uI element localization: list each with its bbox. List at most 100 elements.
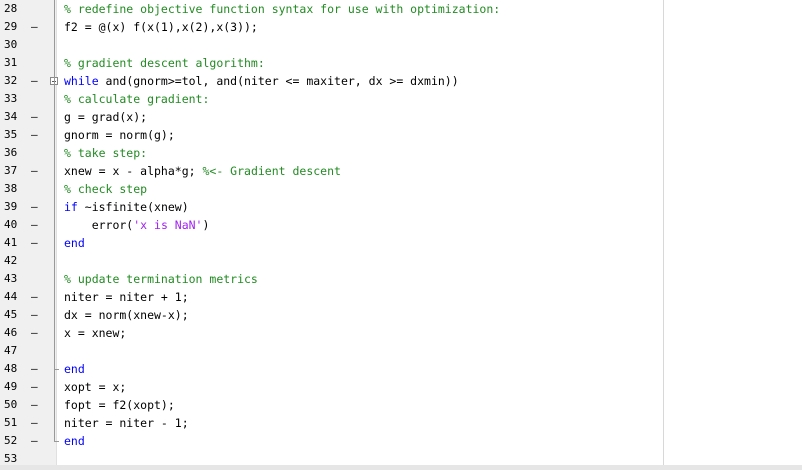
line-number[interactable]: 45 xyxy=(4,308,26,322)
code-line[interactable]: 31 % gradient descent algorithm: xyxy=(0,54,802,72)
code-line[interactable]: 52– end xyxy=(0,432,802,450)
line-number[interactable]: 32 xyxy=(4,74,26,88)
line-number[interactable]: 43 xyxy=(4,272,26,286)
line-number[interactable]: 38 xyxy=(4,182,26,196)
breakpoint-marker[interactable]: – xyxy=(31,128,41,142)
line-number[interactable]: 50 xyxy=(4,398,26,412)
breakpoint-marker[interactable]: – xyxy=(31,20,41,34)
breakpoint-marker[interactable]: – xyxy=(31,74,41,88)
line-number[interactable]: 41 xyxy=(4,236,26,250)
code-text: % check step xyxy=(64,181,147,197)
code-text: xopt = x; xyxy=(64,379,126,395)
line-number[interactable]: 34 xyxy=(4,110,26,124)
line-number[interactable]: 28 xyxy=(4,2,26,16)
code-token-plain: ) xyxy=(202,218,210,232)
code-text: % calculate gradient: xyxy=(64,91,209,107)
line-number[interactable]: 51 xyxy=(4,416,26,430)
code-token-comment: % gradient descent algorithm: xyxy=(64,56,265,70)
code-editor[interactable]: 28 % redefine objective function syntax f… xyxy=(0,0,802,470)
breakpoint-marker[interactable] xyxy=(31,92,41,106)
line-number[interactable]: 33 xyxy=(4,92,26,106)
function-fold-end-marker xyxy=(54,441,59,442)
line-number[interactable]: 31 xyxy=(4,56,26,70)
code-line[interactable]: 49– xopt = x; xyxy=(0,378,802,396)
breakpoint-marker[interactable] xyxy=(31,2,41,16)
horizontal-scrollbar[interactable] xyxy=(0,465,802,470)
line-number[interactable]: 44 xyxy=(4,290,26,304)
line-number[interactable]: 46 xyxy=(4,326,26,340)
code-line[interactable]: 34– g = grad(x); xyxy=(0,108,802,126)
code-token-keyword: end xyxy=(64,236,85,250)
code-line[interactable]: 30 xyxy=(0,36,802,54)
breakpoint-marker[interactable]: – xyxy=(31,398,41,412)
breakpoint-marker[interactable] xyxy=(31,38,41,52)
code-token-plain: gnorm = norm(g); xyxy=(64,128,175,142)
breakpoint-marker[interactable]: – xyxy=(31,218,41,232)
line-number[interactable]: 42 xyxy=(4,254,26,268)
breakpoint-marker[interactable] xyxy=(31,344,41,358)
breakpoint-marker[interactable] xyxy=(31,182,41,196)
code-line[interactable]: 48– end xyxy=(0,360,802,378)
breakpoint-marker[interactable]: – xyxy=(31,236,41,250)
line-number[interactable]: 53 xyxy=(4,452,26,466)
code-line[interactable]: 42 xyxy=(0,252,802,270)
breakpoint-marker[interactable] xyxy=(31,452,41,466)
breakpoint-marker[interactable]: – xyxy=(31,200,41,214)
line-number[interactable]: 29 xyxy=(4,20,26,34)
code-text: while and(gnorm>=tol, and(niter <= maxit… xyxy=(64,73,459,89)
code-token-comment: % check step xyxy=(64,182,148,196)
code-line[interactable]: 43 % update termination metrics xyxy=(0,270,802,288)
code-token-comment: % update termination metrics xyxy=(64,272,258,286)
line-number[interactable]: 36 xyxy=(4,146,26,160)
breakpoint-marker[interactable]: – xyxy=(31,326,41,340)
code-token-keyword: while xyxy=(64,74,99,88)
breakpoint-marker[interactable]: – xyxy=(31,290,41,304)
code-token-plain: error( xyxy=(64,218,134,232)
code-line[interactable]: 32– while and(gnorm>=tol, and(niter <= ma… xyxy=(0,72,802,90)
code-token-plain: xopt = x; xyxy=(64,380,127,394)
code-text: error('x is NaN') xyxy=(64,217,210,233)
line-number[interactable]: 30 xyxy=(4,38,26,52)
code-line[interactable]: 28 % redefine objective function syntax f… xyxy=(0,0,802,18)
code-line[interactable]: 38 % check step xyxy=(0,180,802,198)
code-line[interactable]: 36 % take step: xyxy=(0,144,802,162)
code-line[interactable]: 50– fopt = f2(xopt); xyxy=(0,396,802,414)
breakpoint-marker[interactable]: – xyxy=(31,110,41,124)
code-line[interactable]: 41– end xyxy=(0,234,802,252)
code-text: niter = niter - 1; xyxy=(64,415,189,431)
line-number[interactable]: 49 xyxy=(4,380,26,394)
code-line[interactable]: 35– gnorm = norm(g); xyxy=(0,126,802,144)
breakpoint-marker[interactable]: – xyxy=(31,380,41,394)
line-number[interactable]: 48 xyxy=(4,362,26,376)
line-number[interactable]: 35 xyxy=(4,128,26,142)
code-line[interactable]: 51– niter = niter - 1; xyxy=(0,414,802,432)
breakpoint-marker[interactable]: – xyxy=(31,164,41,178)
breakpoint-marker[interactable] xyxy=(31,56,41,70)
code-token-plain: f2 = @(x) f(x(1),x(2),x(3)); xyxy=(64,20,258,34)
code-line[interactable]: 33 % calculate gradient: xyxy=(0,90,802,108)
code-line[interactable]: 39– if ~isfinite(xnew) xyxy=(0,198,802,216)
breakpoint-marker[interactable]: – xyxy=(31,416,41,430)
line-number[interactable]: 37 xyxy=(4,164,26,178)
breakpoint-marker[interactable] xyxy=(31,272,41,286)
code-line[interactable]: 44– niter = niter + 1; xyxy=(0,288,802,306)
code-text: if ~isfinite(xnew) xyxy=(64,199,189,215)
line-number[interactable]: 52 xyxy=(4,434,26,448)
code-line[interactable]: 46– x = xnew; xyxy=(0,324,802,342)
breakpoint-marker[interactable]: – xyxy=(31,434,41,448)
code-line[interactable]: 40– error('x is NaN') xyxy=(0,216,802,234)
line-number[interactable]: 47 xyxy=(4,344,26,358)
line-number[interactable]: 39 xyxy=(4,200,26,214)
breakpoint-marker[interactable] xyxy=(31,254,41,268)
code-line[interactable]: 47 xyxy=(0,342,802,360)
code-token-comment: % take step: xyxy=(64,146,148,160)
code-line[interactable]: 29– f2 = @(x) f(x(1),x(2),x(3)); xyxy=(0,18,802,36)
function-fold-guide-line xyxy=(54,0,55,441)
code-line[interactable]: 45– dx = norm(xnew-x); xyxy=(0,306,802,324)
breakpoint-marker[interactable] xyxy=(31,146,41,160)
breakpoint-marker[interactable]: – xyxy=(31,308,41,322)
code-text: x = xnew; xyxy=(64,325,126,341)
breakpoint-marker[interactable]: – xyxy=(31,362,41,376)
code-line[interactable]: 37– xnew = x - alpha*g; %<- Gradient desc… xyxy=(0,162,802,180)
line-number[interactable]: 40 xyxy=(4,218,26,232)
